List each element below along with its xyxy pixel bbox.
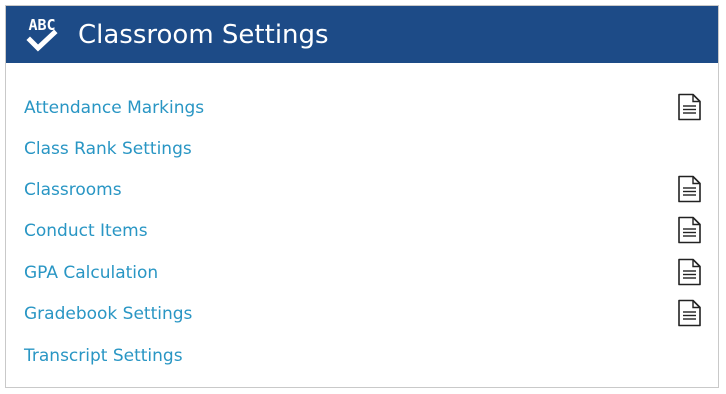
link-gradebook-settings[interactable]: Gradebook Settings bbox=[24, 303, 192, 325]
page-title: Classroom Settings bbox=[78, 20, 329, 50]
link-classrooms[interactable]: Classrooms bbox=[24, 179, 122, 201]
document-icon[interactable] bbox=[677, 216, 702, 244]
list-item: Classrooms bbox=[6, 169, 718, 210]
list-item: Transcript Settings bbox=[6, 335, 718, 376]
link-class-rank-settings[interactable]: Class Rank Settings bbox=[24, 138, 192, 160]
link-attendance-markings[interactable]: Attendance Markings bbox=[24, 97, 204, 119]
document-icon[interactable] bbox=[677, 175, 702, 203]
link-transcript-settings[interactable]: Transcript Settings bbox=[24, 345, 183, 367]
list-item: Attendance Markings bbox=[6, 87, 718, 128]
panel-header: ABC Classroom Settings bbox=[6, 6, 718, 63]
list-item: GPA Calculation bbox=[6, 252, 718, 293]
list-item: Class Rank Settings bbox=[6, 128, 718, 169]
list-item: Gradebook Settings bbox=[6, 293, 718, 334]
document-icon[interactable] bbox=[677, 258, 702, 286]
document-icon[interactable] bbox=[677, 299, 702, 327]
classroom-settings-panel: ABC Classroom Settings Attendance Markin… bbox=[5, 5, 719, 388]
link-conduct-items[interactable]: Conduct Items bbox=[24, 220, 148, 242]
document-icon[interactable] bbox=[677, 93, 702, 121]
abc-check-icon: ABC bbox=[26, 16, 58, 52]
list-item: Conduct Items bbox=[6, 210, 718, 251]
link-gpa-calculation[interactable]: GPA Calculation bbox=[24, 262, 158, 284]
abc-icon-text: ABC bbox=[28, 16, 55, 34]
